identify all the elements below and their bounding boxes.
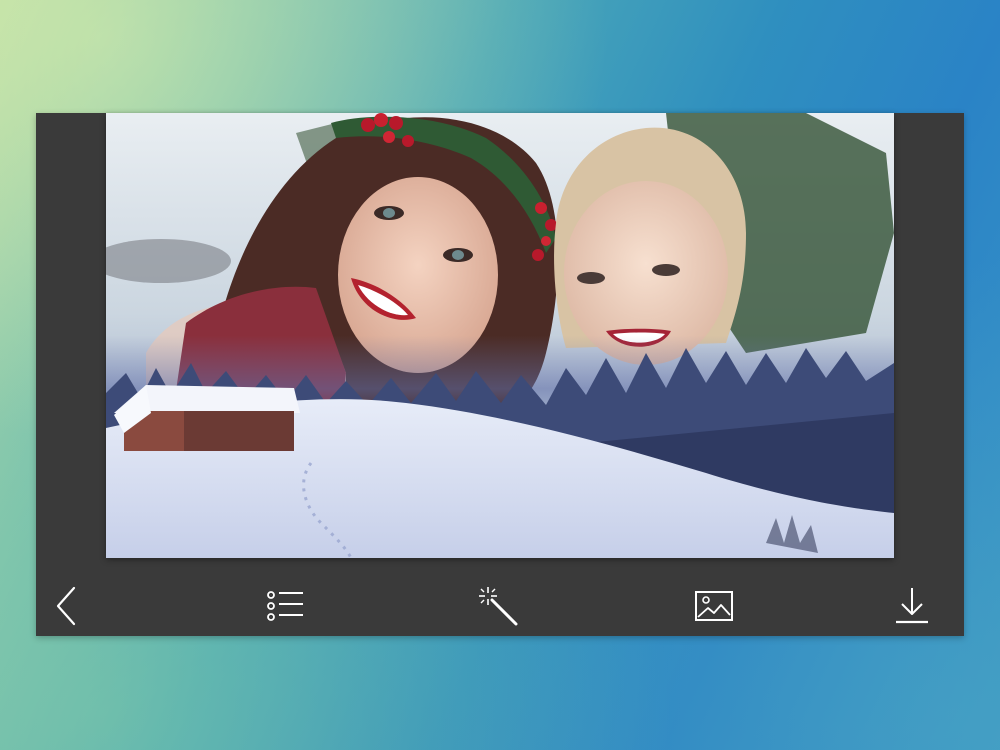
bottom-toolbar — [36, 574, 964, 636]
image-icon — [695, 591, 733, 621]
photo-canvas[interactable] — [106, 113, 894, 558]
download-icon — [896, 588, 928, 624]
frames-list-button[interactable] — [263, 584, 307, 628]
effects-button[interactable] — [476, 584, 520, 628]
magic-wand-icon — [479, 587, 518, 626]
list-icon — [267, 591, 303, 621]
editor-panel — [36, 113, 964, 636]
back-button[interactable] — [46, 584, 90, 628]
gallery-button[interactable] — [692, 584, 736, 628]
blended-photo — [106, 113, 894, 558]
download-button[interactable] — [890, 584, 934, 628]
chevron-left-icon — [56, 586, 76, 626]
